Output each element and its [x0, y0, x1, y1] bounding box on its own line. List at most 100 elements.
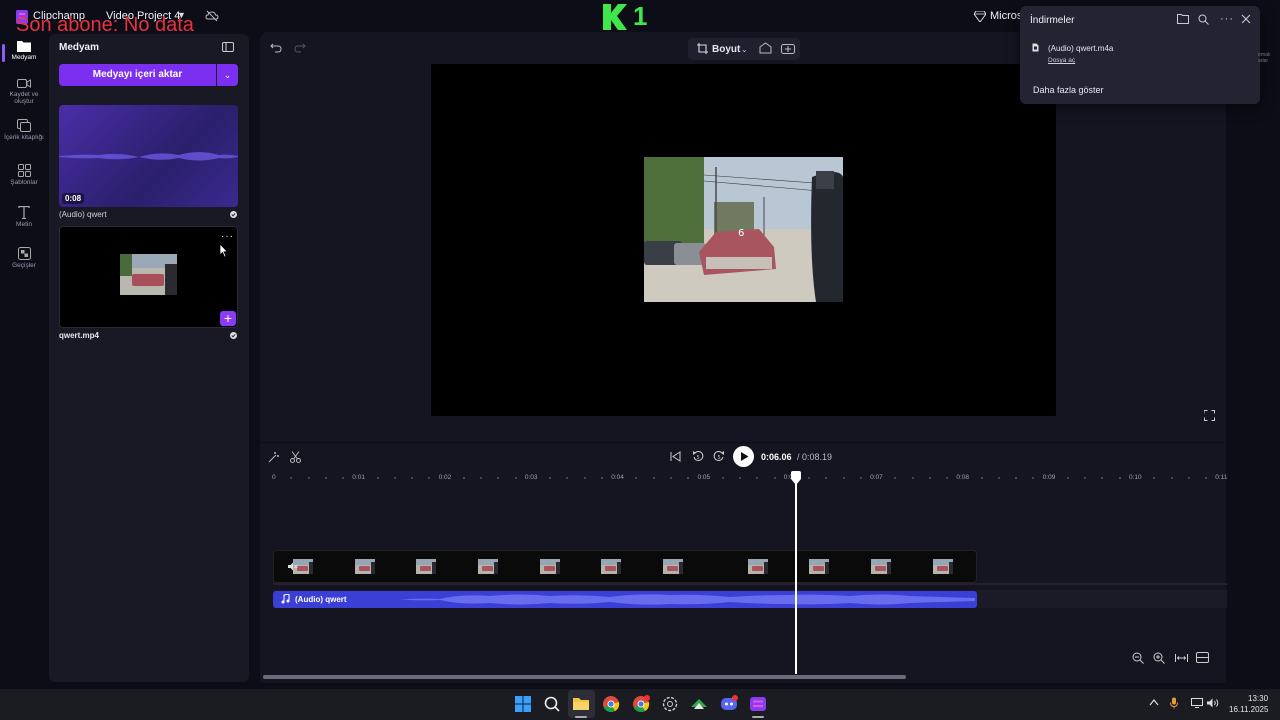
folder-icon — [17, 41, 31, 52]
nav-item-templates[interactable]: Şablonlar — [0, 164, 48, 186]
volume-icon[interactable] — [1207, 698, 1219, 708]
timeline-minor-tick — [928, 477, 931, 479]
timeline-minor-tick — [393, 477, 396, 479]
discord-icon[interactable] — [719, 694, 739, 714]
svg-text:5: 5 — [697, 455, 700, 461]
timeline-minor-tick — [324, 477, 327, 479]
folder-icon[interactable] — [1177, 14, 1189, 24]
mute-icon[interactable] — [288, 562, 298, 571]
downloads-title: İndirmeler — [1030, 15, 1075, 26]
microphone-icon[interactable] — [1170, 697, 1178, 709]
timeline-minor-tick — [462, 477, 465, 479]
audio-clip-label: (Audio) qwert — [295, 595, 347, 604]
xbox-icon[interactable] — [689, 694, 709, 714]
timeline-minor-tick — [652, 477, 655, 479]
flip-icon[interactable] — [781, 42, 795, 54]
chrome-profile-icon[interactable] — [631, 694, 651, 714]
templates-icon — [17, 164, 31, 177]
video-frame-thumbnail — [663, 559, 683, 574]
mouse-cursor-icon — [219, 243, 229, 258]
timeline-minor-tick — [1066, 477, 1069, 479]
collapse-panel-icon[interactable] — [222, 42, 234, 52]
timeline-tick-label: 0:01 — [352, 474, 365, 481]
audio-waveform-thumbnail — [59, 152, 238, 161]
rewind-5-icon[interactable]: 5 — [692, 450, 704, 462]
downloaded-file-name[interactable]: (Audio) qwert.m4a — [1048, 44, 1113, 53]
rotate-icon[interactable] — [759, 42, 772, 54]
display-icon[interactable] — [1191, 698, 1203, 708]
chevron-down-icon[interactable]: ⌄ — [741, 45, 748, 54]
nav-label: Geçişler — [12, 262, 36, 269]
redo-icon[interactable] — [294, 42, 306, 53]
show-more-link[interactable]: Daha fazla göster — [1033, 85, 1104, 95]
aspect-ratio-button[interactable]: Boyut — [712, 44, 740, 55]
current-time: 0:06.06 — [761, 452, 792, 462]
playhead[interactable] — [794, 478, 797, 674]
crop-icon[interactable] — [697, 43, 708, 54]
timeline-scrollbar[interactable] — [263, 675, 906, 679]
undo-icon[interactable] — [270, 42, 282, 53]
timeline-minor-tick — [1170, 477, 1173, 479]
chrome-icon[interactable] — [601, 694, 621, 714]
import-dropdown-button[interactable]: ⌄ — [217, 64, 238, 86]
cloud-off-icon[interactable] — [205, 9, 219, 23]
timeline-minor-tick — [514, 477, 517, 479]
more-options-icon[interactable]: ··· — [221, 231, 234, 242]
library-icon — [17, 119, 31, 132]
video-preview-frame[interactable]: 6 — [644, 157, 843, 302]
add-to-timeline-button[interactable]: + — [220, 311, 236, 326]
timeline-tick-label: 0:03 — [524, 474, 538, 481]
nav-item-transitions[interactable]: Geçişler — [0, 247, 48, 269]
open-file-link[interactable]: Dosya aç — [1048, 57, 1075, 64]
audio-duration-badge: 0:08 — [62, 193, 85, 204]
playhead-handle[interactable] — [790, 471, 802, 485]
play-icon — [741, 452, 749, 461]
chevron-up-icon[interactable] — [1149, 698, 1159, 706]
forward-5-icon[interactable]: 5 — [713, 450, 725, 462]
nav-item-record[interactable]: Kaydet ve oluştur — [0, 78, 48, 105]
skip-to-start-icon[interactable] — [670, 451, 681, 462]
timeline-minor-tick — [342, 477, 345, 479]
nav-label: Metin — [16, 221, 32, 228]
search-icon[interactable] — [542, 694, 562, 714]
zoom-out-icon[interactable] — [1132, 652, 1144, 664]
nav-item-media[interactable]: Medyam — [0, 40, 48, 61]
timeline-minor-tick — [842, 477, 845, 479]
zoom-in-icon[interactable] — [1153, 652, 1165, 664]
music-note-icon — [281, 594, 290, 604]
file-explorer-icon[interactable] — [571, 694, 591, 714]
video-frame-thumbnail — [355, 559, 375, 574]
windows-start-icon[interactable] — [513, 694, 533, 714]
scissors-icon[interactable] — [290, 451, 301, 463]
timeline-tick-label: 0:08 — [956, 474, 970, 481]
timeline-minor-tick — [997, 477, 1000, 479]
video-frame-thumbnail — [748, 559, 768, 574]
timeline-minor-tick — [669, 477, 672, 479]
magic-wand-icon[interactable] — [268, 451, 280, 463]
timeline-tick-label: 0:04 — [611, 474, 624, 481]
settings-icon[interactable] — [660, 694, 680, 714]
fullscreen-icon[interactable] — [1204, 410, 1215, 421]
total-time: / 0:08.19 — [797, 452, 833, 462]
timeline-tick-label: 0 — [272, 474, 276, 481]
video-frame-thumbnail — [871, 559, 891, 574]
audio-media-card[interactable] — [59, 105, 238, 207]
check-circle-icon — [230, 211, 237, 218]
nav-item-library[interactable]: İçerik kitaplığı — [0, 119, 48, 141]
fit-to-screen-icon[interactable] — [1175, 652, 1188, 664]
clock-date[interactable]: 16.11.2025 — [1229, 705, 1268, 714]
clipchamp-icon[interactable] — [748, 694, 768, 714]
play-button[interactable] — [733, 446, 754, 467]
clock-time[interactable]: 13:30 — [1248, 694, 1268, 703]
more-options-icon[interactable]: ··· — [1220, 13, 1234, 25]
import-media-button[interactable]: Medyayı içeri aktar — [59, 64, 216, 86]
video-frame-thumbnail — [933, 559, 953, 574]
timeline-minor-tick — [721, 477, 724, 479]
timeline-minor-tick — [1187, 477, 1190, 479]
svg-text:5: 5 — [718, 455, 721, 461]
nav-item-text[interactable]: Metin — [0, 206, 48, 228]
expand-timeline-icon[interactable] — [1196, 652, 1209, 663]
close-icon[interactable] — [1241, 14, 1251, 24]
video-frame-thumbnail — [540, 559, 560, 574]
search-icon[interactable] — [1198, 14, 1209, 25]
